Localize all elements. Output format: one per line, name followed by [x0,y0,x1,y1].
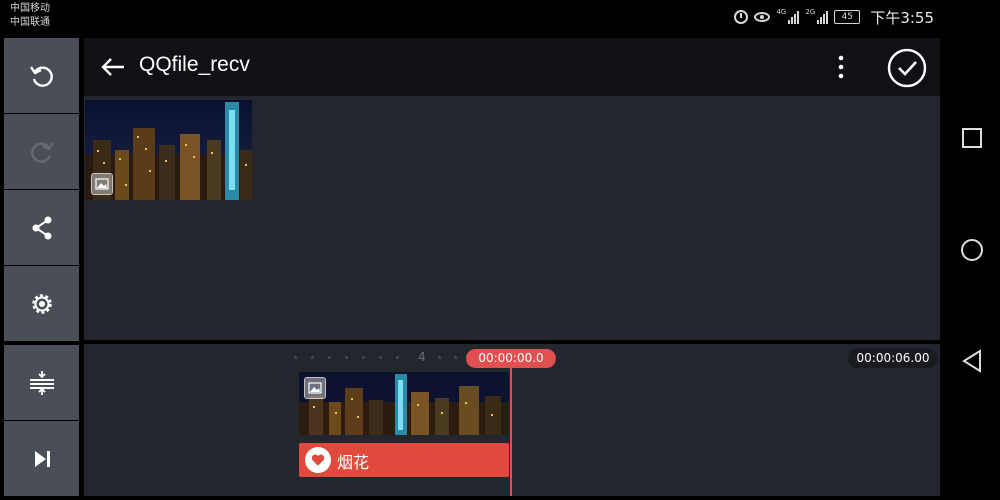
share-icon [32,216,51,239]
signal-1-tag: 4G [776,8,787,16]
ruler-tick [328,356,331,359]
redo-button[interactable] [4,114,79,189]
app-root: 中国移动 中国联通 4G 2G 45 下午3:55 QQfile_recv 4 … [0,0,1000,500]
home-circle-icon[interactable] [958,236,986,264]
media-thumbnail[interactable] [85,100,252,200]
skip-to-end-icon [34,450,50,467]
system-nav-bar [944,0,1000,500]
heart-icon [311,454,325,466]
status-indicators: 4G 2G 45 下午3:55 [734,6,934,28]
ruler-tick [345,356,348,359]
track-adjust-icon [29,370,54,395]
image-type-badge [91,173,113,195]
signal-2-tag: 2G [805,8,816,16]
carrier-primary: 中国移动 [10,3,50,14]
redo-icon [30,141,54,163]
ruler-tick [379,356,382,359]
timeline[interactable]: 4 00:00:06.00 烟花 00:00:00.0 [84,344,940,496]
playhead-time-label[interactable]: 00:00:00.0 [466,349,556,368]
alarm-icon [734,10,749,24]
back-triangle-icon[interactable] [958,347,986,375]
ruler-tick [438,356,441,359]
signal-1-icon: 4G [776,8,800,24]
confirm-check-icon[interactable] [887,48,927,88]
clip-frames-image [299,372,509,435]
signal-2-icon: 2G [805,8,829,24]
undo-button[interactable] [4,38,79,113]
ruler-tick [396,356,399,359]
end-time-label: 00:00:06.00 [848,348,938,368]
page-title: QQfile_recv [139,53,250,76]
back-arrow-icon[interactable] [98,52,128,82]
track-adjust-button[interactable] [4,345,79,420]
carrier-secondary: 中国联通 [10,17,50,28]
editor-header: QQfile_recv [84,38,940,96]
ruler-tick [311,356,314,359]
ruler-tick [362,356,365,359]
status-bar: 中国移动 中国联通 4G 2G 45 下午3:55 [0,0,944,34]
playhead-line[interactable] [510,364,512,496]
video-clip[interactable] [299,372,509,435]
media-browser [84,96,940,340]
settings-button[interactable] [4,266,79,341]
image-type-badge [304,377,326,399]
clock: 下午3:55 [870,8,934,27]
effect-label: 烟花 [337,453,370,472]
ruler-tick [294,356,297,359]
skip-to-end-button[interactable] [4,421,79,496]
image-icon [95,178,109,190]
eye-comfort-icon [754,12,771,22]
effect-track-fireworks[interactable]: 烟花 [299,443,509,477]
ruler-tick [454,356,457,359]
settings-icon [31,293,52,314]
more-options-icon[interactable] [834,54,848,82]
sticker-heart-icon [305,447,331,473]
ruler-label: 4 [418,350,426,364]
share-button[interactable] [4,190,79,265]
recents-square-icon[interactable] [958,124,986,152]
battery-icon: 45 [834,10,861,24]
image-icon [308,382,322,394]
undo-icon [29,65,53,87]
